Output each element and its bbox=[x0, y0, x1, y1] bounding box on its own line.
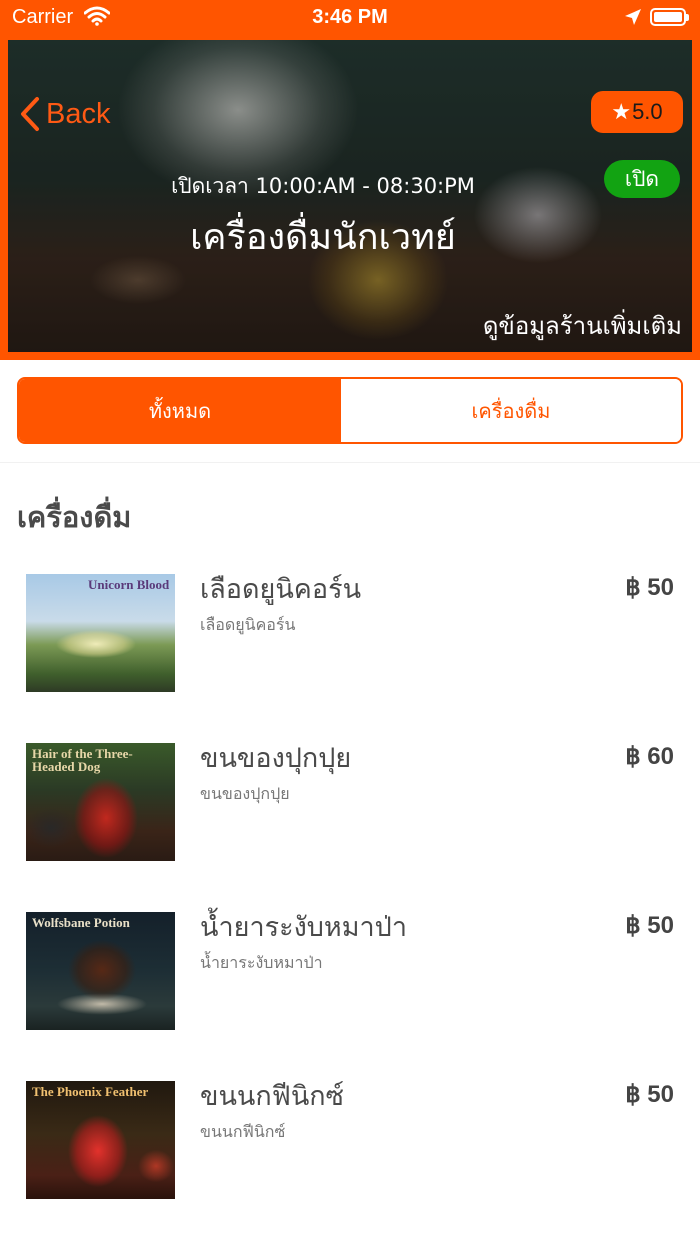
item-name: ขนของปุกปุย bbox=[200, 743, 352, 774]
status-time: 3:46 PM bbox=[312, 6, 388, 28]
list-item[interactable]: Unicorn Blood เลือดยูนิคอร์น เลือดยูนิคอ… bbox=[0, 567, 700, 697]
item-image-text: The Phoenix Feather bbox=[32, 1084, 149, 1099]
chevron-left-icon bbox=[21, 97, 39, 131]
item-price: ฿ 50 bbox=[625, 912, 674, 939]
item-description: ขนนกฟีนิกซ์ bbox=[200, 1122, 286, 1141]
status-bar: Carrier 3:46 PM bbox=[0, 0, 700, 38]
battery-icon bbox=[650, 8, 689, 26]
location-arrow-icon bbox=[624, 8, 642, 31]
item-description: น้ำยาระงับหมาป่า bbox=[200, 953, 323, 972]
section-title: เครื่องดื่ม bbox=[17, 500, 132, 534]
back-button[interactable]: Back bbox=[18, 96, 110, 132]
item-name: น้ำยาระงับหมาป่า bbox=[200, 912, 407, 943]
category-tabs: ทั้งหมด เครื่องดื่ม bbox=[17, 377, 683, 444]
shop-name: เครื่องดื่มนักเวทย์ bbox=[190, 217, 456, 258]
rating-badge: ★ 5.0 bbox=[591, 91, 683, 133]
item-image: Hair of the Three-Headed Dog bbox=[26, 743, 175, 861]
item-image: The Phoenix Feather bbox=[26, 1081, 175, 1199]
tab-all[interactable]: ทั้งหมด bbox=[19, 379, 341, 442]
back-label: Back bbox=[46, 97, 111, 130]
rating-value: 5.0 bbox=[632, 99, 663, 124]
item-image: Unicorn Blood bbox=[26, 574, 175, 692]
item-price: ฿ 60 bbox=[625, 743, 674, 770]
item-name: เลือดยูนิคอร์น bbox=[200, 574, 362, 605]
list-item[interactable]: Hair of the Three-Headed Dog ขนของปุกปุย… bbox=[0, 736, 700, 866]
tab-drinks[interactable]: เครื่องดื่ม bbox=[341, 379, 681, 442]
item-description: ขนของปุกปุย bbox=[200, 784, 290, 803]
item-description: เลือดยูนิคอร์น bbox=[200, 615, 296, 634]
shop-cover-image: Back ★ 5.0 เปิด เปิดเวลา 10:00:AM - 08:3… bbox=[8, 40, 692, 352]
item-name: ขนนกฟีนิกซ์ bbox=[200, 1081, 344, 1112]
item-image-text: Unicorn Blood bbox=[88, 577, 170, 592]
item-image-text: Wolfsbane Potion bbox=[32, 915, 130, 930]
shop-header: Back ★ 5.0 เปิด เปิดเวลา 10:00:AM - 08:3… bbox=[0, 38, 700, 360]
list-item[interactable]: Wolfsbane Potion น้ำยาระงับหมาป่า น้ำยาร… bbox=[0, 905, 700, 1035]
item-price: ฿ 50 bbox=[625, 1081, 674, 1108]
item-image: Wolfsbane Potion bbox=[26, 912, 175, 1030]
item-image-text: Hair of the Three-Headed Dog bbox=[32, 746, 133, 774]
opening-hours: เปิดเวลา 10:00:AM - 08:30:PM bbox=[171, 174, 475, 198]
star-icon: ★ bbox=[611, 99, 632, 124]
item-price: ฿ 50 bbox=[625, 574, 674, 601]
list-item[interactable]: The Phoenix Feather ขนนกฟีนิกซ์ ขนนกฟีนิ… bbox=[0, 1074, 700, 1204]
more-shop-info-link[interactable]: ดูข้อมูลร้านเพิ่มเติม bbox=[483, 306, 682, 345]
